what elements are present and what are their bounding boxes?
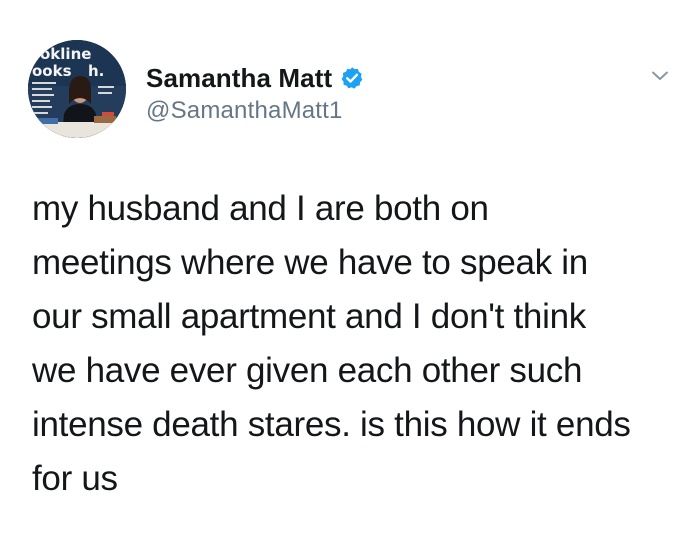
tweet-text: my husband and I are both on meetings wh… [32, 189, 631, 498]
verified-badge-icon [340, 66, 364, 90]
display-name[interactable]: Samantha Matt [146, 63, 332, 94]
chevron-down-icon[interactable] [648, 64, 672, 88]
svg-text:ooks: ooks [32, 62, 72, 80]
author-name-row: Samantha Matt [146, 58, 364, 98]
author-handle[interactable]: @SamanthaMatt1 [146, 97, 343, 125]
tweet-card: okline ooks h. Samantha Matt @SamanthaMa… [0, 0, 700, 538]
avatar[interactable]: okline ooks h. [28, 40, 126, 138]
svg-text:h.: h. [88, 62, 104, 80]
svg-text:okline: okline [40, 45, 91, 63]
profile-photo-icon: okline ooks h. [28, 40, 126, 138]
